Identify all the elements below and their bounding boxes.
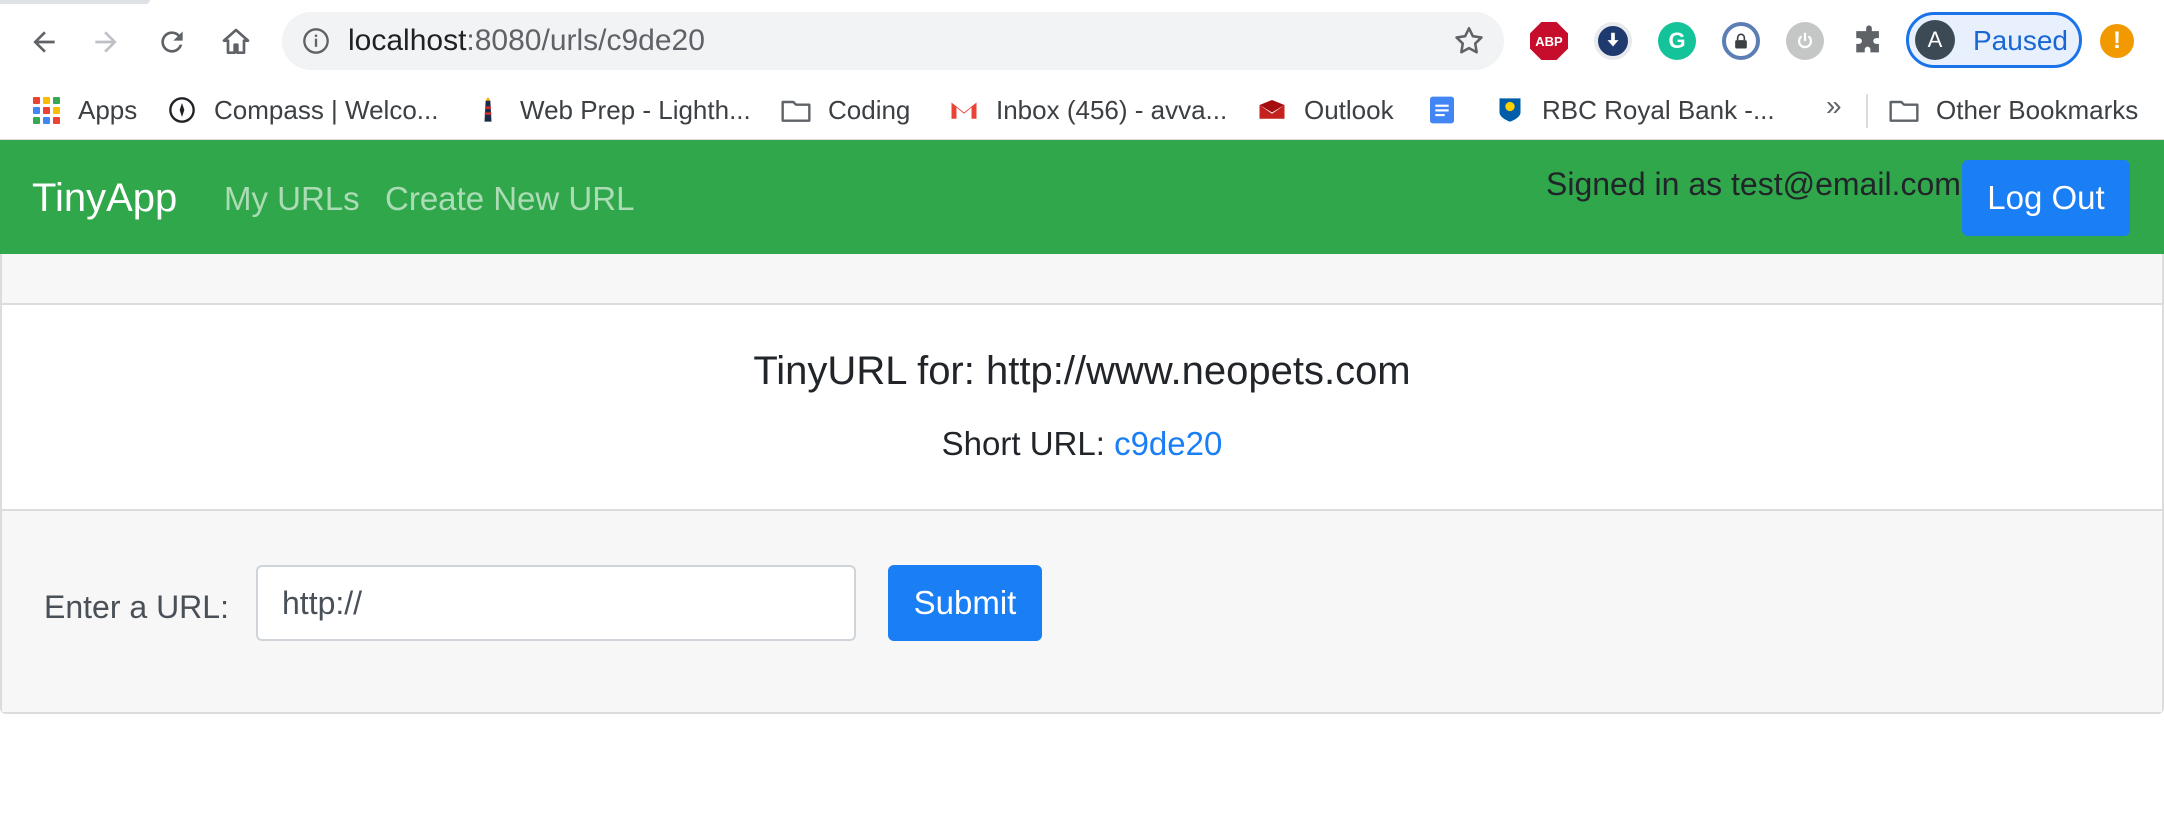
- bookmarks-overflow-button[interactable]: »: [1826, 90, 1842, 122]
- url-input[interactable]: [256, 565, 856, 641]
- outlook-icon: [1256, 94, 1288, 126]
- app-navbar: TinyApp My URLs Create New URL Signed in…: [0, 140, 2164, 254]
- card-footer: Enter a URL: Submit: [2, 509, 2162, 712]
- short-url-line: Short URL: c9de20: [2, 425, 2162, 463]
- url-path: :8080/urls/c9de20: [466, 24, 705, 57]
- folder-icon: [1888, 94, 1920, 126]
- bookmark-other-folder[interactable]: Other Bookmarks: [1888, 88, 2138, 132]
- profile-status-label: Paused: [1973, 25, 2068, 56]
- bookmark-compass[interactable]: Compass | Welco...: [166, 88, 438, 132]
- logout-button[interactable]: Log Out: [1962, 160, 2130, 236]
- adblock-extension-icon[interactable]: ABP: [1530, 22, 1568, 60]
- lock-icon: [1735, 33, 1747, 49]
- bookmarks-divider: [1866, 94, 1868, 128]
- bookmark-label: Coding: [828, 94, 911, 125]
- forward-button[interactable]: [78, 14, 134, 70]
- bookmark-label: Compass | Welco...: [214, 94, 439, 125]
- url-host: localhost: [348, 24, 467, 57]
- compass-icon: [166, 94, 198, 126]
- download-arrow-icon: [1607, 32, 1619, 47]
- site-info-icon[interactable]: [302, 27, 330, 55]
- brand-link[interactable]: TinyApp: [32, 176, 177, 221]
- bookmark-gmail-inbox[interactable]: Inbox (456) - avva...: [948, 88, 1227, 132]
- bookmark-label: Web Prep - Lighth...: [520, 94, 751, 125]
- extensions-puzzle-icon[interactable]: [1850, 22, 1888, 60]
- power-extension-icon[interactable]: [1786, 22, 1824, 60]
- avatar: A: [1915, 20, 1955, 60]
- power-icon: [1797, 32, 1813, 49]
- lighthouse-icon: [472, 94, 504, 126]
- rbc-icon: [1494, 94, 1526, 126]
- bookmark-label: Inbox (456) - avva...: [996, 94, 1228, 125]
- profile-button[interactable]: A Paused: [1906, 12, 2082, 68]
- reload-icon: [161, 31, 183, 53]
- url-input-label: Enter a URL:: [44, 589, 229, 625]
- home-icon: [222, 28, 250, 54]
- grammarly-extension-icon[interactable]: G: [1658, 22, 1696, 60]
- card-header: [2, 254, 2162, 305]
- back-arrow-icon: [33, 31, 55, 53]
- card-title: TinyURL for: http://www.neopets.com: [753, 349, 1411, 393]
- short-url-link[interactable]: c9de20: [1114, 425, 1222, 462]
- forward-arrow-icon: [95, 31, 117, 53]
- nav-link-my-urls[interactable]: My URLs: [224, 180, 360, 218]
- submit-button[interactable]: Submit: [888, 565, 1042, 641]
- update-alert-icon[interactable]: !: [2100, 24, 2134, 58]
- card-body: TinyURL for: http://www.neopets.com Shor…: [2, 307, 2162, 509]
- bookmark-web-prep[interactable]: Web Prep - Lighth...: [472, 88, 751, 132]
- short-url-label: Short URL:: [941, 425, 1115, 462]
- folder-icon: [780, 94, 812, 126]
- bookmark-folder-coding[interactable]: Coding: [780, 88, 910, 132]
- bookmark-label: RBC Royal Bank -...: [1542, 94, 1775, 125]
- google-docs-icon: [1426, 94, 1458, 126]
- url-card: TinyURL for: http://www.neopets.com Shor…: [0, 254, 2164, 714]
- puzzle-icon: [1856, 25, 1879, 53]
- back-button[interactable]: [16, 14, 72, 70]
- address-bar[interactable]: localhost:8080/urls/c9de20: [282, 12, 1504, 70]
- bookmark-label: Outlook: [1304, 94, 1394, 125]
- bookmarks-bar: Apps Compass | Welco... Web Prep - Light…: [0, 82, 2164, 140]
- bookmark-apps[interactable]: Apps: [30, 88, 137, 132]
- home-button[interactable]: [208, 14, 264, 70]
- reload-button[interactable]: [144, 14, 200, 70]
- address-url[interactable]: localhost:8080/urls/c9de20: [348, 24, 705, 58]
- bookmark-label: Apps: [78, 94, 138, 125]
- bookmark-rbc[interactable]: RBC Royal Bank -...: [1494, 88, 1775, 132]
- bookmark-outlook[interactable]: Outlook: [1256, 88, 1394, 132]
- tab-strip-edge: [0, 0, 150, 4]
- bookmark-google-docs[interactable]: [1426, 88, 1474, 132]
- apps-grid-icon: [30, 94, 62, 126]
- download-extension-icon[interactable]: [1594, 22, 1632, 60]
- password-manager-extension-icon[interactable]: [1722, 22, 1760, 60]
- signed-in-text: Signed in as test@email.com: [1546, 166, 1961, 202]
- bookmark-star-icon[interactable]: [1452, 24, 1486, 58]
- browser-toolbar: localhost:8080/urls/c9de20 ABP G A Pause…: [0, 0, 2164, 82]
- nav-link-create-new-url[interactable]: Create New URL: [385, 180, 634, 218]
- gmail-icon: [948, 94, 980, 126]
- bookmark-label: Other Bookmarks: [1936, 94, 2139, 125]
